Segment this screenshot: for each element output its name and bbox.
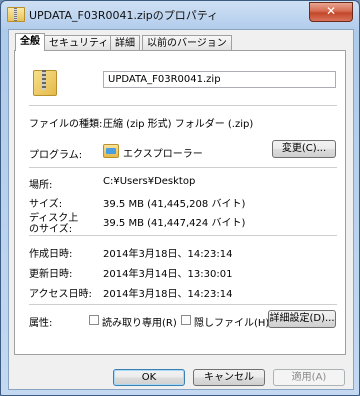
advanced-attributes-button[interactable]: 詳細設定(D)... bbox=[268, 310, 336, 328]
program-label: プログラム: bbox=[29, 150, 83, 161]
title-bar[interactable]: UPDATA_F03R0041.zipのプロパティ ✕ bbox=[1, 1, 359, 29]
close-button[interactable]: ✕ bbox=[309, 2, 353, 22]
size-value: 39.5 MB (41,445,208 バイト) bbox=[103, 199, 246, 210]
divider bbox=[29, 167, 337, 168]
hidden-checkbox-label[interactable]: 隠しファイル(H) bbox=[194, 314, 269, 329]
tab-security[interactable]: セキュリティ bbox=[44, 35, 114, 50]
file-type-value: 圧縮 (zip 形式) フォルダー (.zip) bbox=[103, 119, 254, 130]
zip-folder-icon bbox=[7, 7, 25, 22]
ok-button[interactable]: OK bbox=[113, 369, 185, 386]
readonly-checkbox[interactable] bbox=[89, 315, 99, 325]
general-tab-panel: ファイルの種類: 圧縮 (zip 形式) フォルダー (.zip) プログラム:… bbox=[14, 50, 346, 355]
zip-folder-icon bbox=[33, 68, 57, 96]
location-value: C:¥Users¥Desktop bbox=[103, 176, 196, 187]
divider bbox=[29, 235, 337, 236]
accessed-value: 2014年3月18日、14:23:14 bbox=[103, 289, 233, 300]
properties-window: UPDATA_F03R0041.zipのプロパティ ✕ 全般 セキュリティ 詳細… bbox=[0, 0, 360, 396]
created-value: 2014年3月18日、14:23:14 bbox=[103, 249, 233, 260]
readonly-checkbox-label[interactable]: 読み取り専用(R) bbox=[102, 314, 177, 329]
divider bbox=[29, 105, 337, 106]
created-label: 作成日時: bbox=[29, 249, 73, 260]
attributes-label: 属性: bbox=[29, 318, 53, 329]
disk-size-label-line2: のサイズ: bbox=[29, 224, 73, 235]
file-type-label: ファイルの種類: bbox=[29, 119, 103, 130]
cancel-button[interactable]: キャンセル bbox=[193, 369, 265, 386]
program-value: エクスプローラー bbox=[123, 149, 203, 160]
tab-general[interactable]: 全般 bbox=[15, 33, 45, 51]
file-name-input[interactable] bbox=[103, 71, 336, 88]
window-title: UPDATA_F03R0041.zipのプロパティ bbox=[29, 9, 219, 22]
divider bbox=[29, 304, 337, 305]
dialog-client-area: 全般 セキュリティ 詳細 以前のバージョン ファイルの種類: 圧縮 (zip 形… bbox=[8, 29, 354, 390]
tab-details[interactable]: 詳細 bbox=[110, 35, 140, 50]
tab-previous-versions[interactable]: 以前のバージョン bbox=[142, 35, 232, 50]
accessed-label: アクセス日時: bbox=[29, 289, 92, 300]
explorer-icon bbox=[103, 144, 119, 158]
size-label: サイズ: bbox=[29, 199, 63, 210]
modified-value: 2014年3月14日、13:30:01 bbox=[103, 269, 233, 280]
change-program-button[interactable]: 変更(C)... bbox=[272, 140, 336, 158]
hidden-checkbox[interactable] bbox=[181, 315, 191, 325]
disk-size-value: 39.5 MB (41,447,424 バイト) bbox=[103, 218, 246, 229]
modified-label: 更新日時: bbox=[29, 269, 73, 280]
location-label: 場所: bbox=[29, 180, 53, 191]
apply-button[interactable]: 適用(A) bbox=[273, 369, 345, 386]
